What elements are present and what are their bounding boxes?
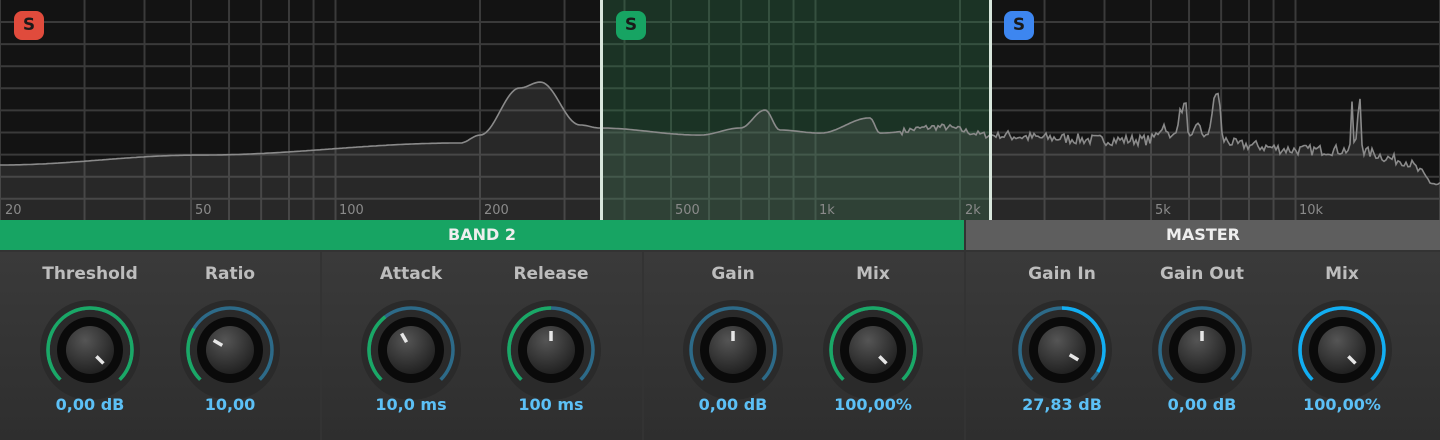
gain-out-value: 0,00 dB [1167,395,1237,414]
spectrum-graph [0,0,1440,220]
mix-knob-control[interactable]: Mix 100,00% [803,252,943,440]
gain-out-knob[interactable] [1152,300,1252,400]
freq-tick: 500 [675,203,700,218]
attack-knob[interactable] [361,300,461,400]
crossover-handle-1[interactable] [600,0,603,220]
release-knob-control[interactable]: Release 100 ms [481,252,621,440]
release-label: Release [513,264,589,284]
threshold-knob[interactable] [40,300,140,400]
mix-knob[interactable] [823,300,923,400]
gain-knob-control[interactable]: Gain 0,00 dB [663,252,803,440]
band-2-solo-button[interactable]: S [616,11,646,40]
freq-tick: 200 [484,203,509,218]
master-mix-knob-control[interactable]: Mix 100,00% [1272,252,1412,440]
gain-in-knob[interactable] [1012,300,1112,400]
mix-value: 100,00% [834,395,912,414]
ratio-knob[interactable] [180,300,280,400]
gain-value: 0,00 dB [698,395,768,414]
knob-cap [849,326,897,374]
gain-knob[interactable] [683,300,783,400]
master-mix-knob[interactable] [1292,300,1392,400]
knob-cap [1318,326,1366,374]
attack-value: 10,0 ms [375,395,447,414]
gain-in-knob-control[interactable]: Gain In 27,83 dB [992,252,1132,440]
gain-out-label: Gain Out [1160,264,1244,284]
gain-in-label: Gain In [1028,264,1096,284]
mix-label: Mix [856,264,890,284]
master-mix-value: 100,00% [1303,395,1381,414]
freq-tick: 5k [1155,203,1171,218]
band-2-header: BAND 2 [0,220,964,250]
master-mix-label: Mix [1325,264,1359,284]
threshold-knob-control[interactable]: Threshold 0,00 dB [20,252,160,440]
gain-label: Gain [711,264,755,284]
knob-cap [387,326,435,374]
attack-knob-control[interactable]: Attack 10,0 ms [341,252,481,440]
freq-tick: 2k [965,203,981,218]
gain-in-value: 27,83 dB [1022,395,1102,414]
crossover-handle-2[interactable] [989,0,992,220]
freq-tick: 50 [195,203,212,218]
band-3-solo-button[interactable]: S [1004,11,1034,40]
freq-tick: 20 [5,203,22,218]
ratio-knob-control[interactable]: Ratio 10,00 [160,252,300,440]
master-header: MASTER [966,220,1440,250]
knob-cap [206,326,254,374]
release-knob[interactable] [501,300,601,400]
ratio-label: Ratio [204,264,256,284]
knob-cap [1038,326,1086,374]
gain-out-knob-control[interactable]: Gain Out 0,00 dB [1132,252,1272,440]
attack-label: Attack [379,264,443,284]
band-1-solo-button[interactable]: S [14,11,44,40]
freq-tick: 1k [819,203,835,218]
freq-tick: 100 [339,203,364,218]
knob-cap [66,326,114,374]
threshold-value: 0,00 dB [55,395,125,414]
release-value: 100 ms [518,395,584,414]
threshold-label: Threshold [42,264,138,284]
freq-tick: 10k [1299,203,1324,218]
ratio-value: 10,00 [204,395,256,414]
spectrum-analyzer[interactable]: 20 50 100 200 500 1k 2k 5k 10k S S S [0,0,1440,220]
